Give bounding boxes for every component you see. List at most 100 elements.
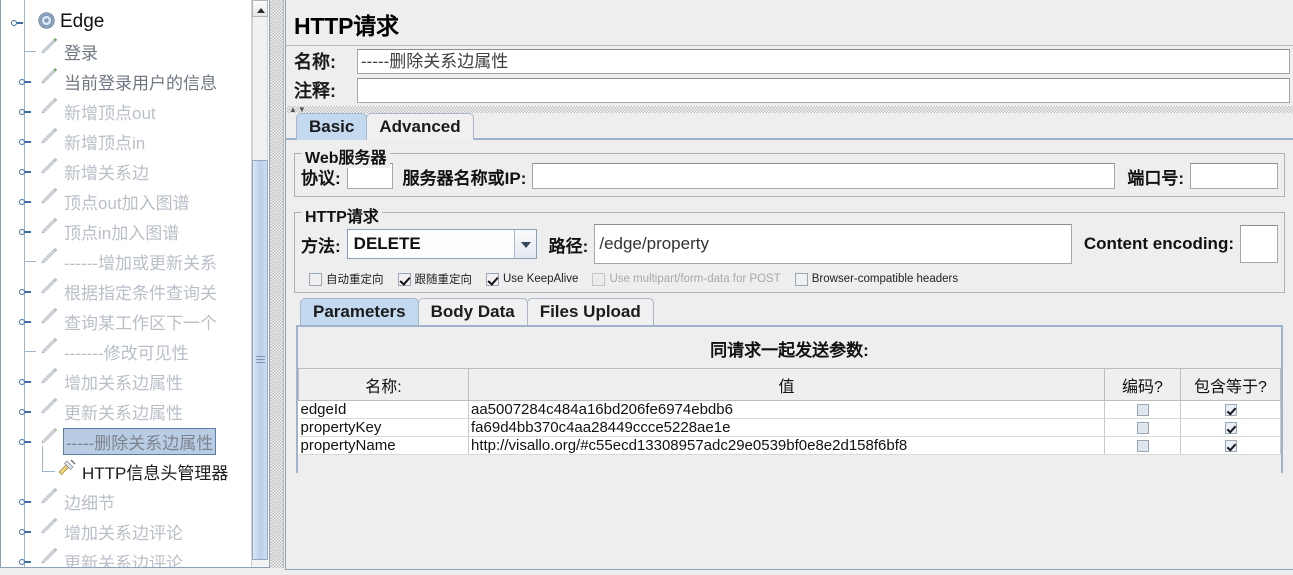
tree-item-2[interactable]: 新增顶点out (1, 96, 253, 126)
parameters-table[interactable]: 名称: 值 编码? 包含等于? edgeId aa5007284c484a16bd… (298, 368, 1281, 455)
tab-files-upload[interactable]: Files Upload (526, 298, 654, 325)
tree-item-4[interactable]: 新增关系边 (1, 156, 253, 186)
tab-parameters[interactable]: Parameters (300, 298, 419, 325)
content-encoding-input[interactable] (1240, 225, 1278, 263)
header-splitter[interactable]: ▲▼ (287, 106, 1293, 114)
tree-item-12[interactable]: 更新关系边属性 (1, 396, 253, 426)
tree-item-5[interactable]: 顶点out加入图谱 (1, 186, 253, 216)
name-label: 名称: (294, 52, 336, 72)
server-name-input[interactable] (532, 163, 1116, 189)
column-header-encode[interactable]: 编码? (1104, 368, 1181, 401)
tree-item-3[interactable]: 新增顶点in (1, 126, 253, 156)
checkbox-box-icon[interactable] (309, 272, 322, 286)
expand-knob-icon[interactable] (19, 286, 31, 297)
expand-knob-icon[interactable] (19, 496, 31, 507)
checkbox-option-0[interactable]: 自动重定向 (309, 271, 384, 287)
checkbox-box-icon[interactable] (486, 272, 499, 286)
comment-input[interactable] (357, 77, 1290, 103)
table-row[interactable]: edgeId aa5007284c484a16bd206fe6974ebdb6 (298, 400, 1281, 419)
comment-field-row: 注释: (286, 76, 1293, 104)
pencil-icon (41, 548, 58, 564)
include-equals-checkbox-icon[interactable] (1224, 404, 1237, 417)
tab-files-upload-label: Files Upload (539, 302, 641, 321)
pencil-icon (41, 428, 58, 444)
column-header-include-equals[interactable]: 包含等于? (1180, 368, 1281, 401)
scrollbar-thumb[interactable] (252, 160, 268, 560)
tree-vertical-scrollbar[interactable] (251, 0, 268, 567)
tree-item-8[interactable]: 根据指定条件查询关 (1, 276, 253, 306)
split-pane-divider[interactable] (270, 0, 284, 568)
expand-knob-icon[interactable] (11, 17, 23, 28)
expand-knob-icon[interactable] (19, 556, 31, 567)
encode-checkbox-icon[interactable] (1136, 440, 1149, 453)
tree-item-0[interactable]: 登录 (1, 26, 253, 66)
expand-knob-icon[interactable] (19, 436, 31, 447)
checkbox-label: Use multipart/form-data for POST (609, 273, 781, 285)
tree-item-15[interactable]: 边细节 (1, 486, 253, 516)
cell-name[interactable]: propertyName (298, 436, 469, 455)
expand-knob-icon[interactable] (19, 76, 31, 87)
expand-knob-icon[interactable] (19, 136, 31, 147)
tree-item-7[interactable]: ------增加或更新关系 (1, 236, 253, 276)
include-equals-checkbox-icon[interactable] (1224, 440, 1237, 453)
cell-include-equals[interactable] (1180, 436, 1281, 455)
expand-knob-icon[interactable] (19, 406, 31, 417)
tree-item-root[interactable]: Edge (1, 8, 253, 36)
method-select[interactable]: DELETE (346, 229, 537, 259)
expand-knob-icon[interactable] (19, 376, 31, 387)
cell-include-equals[interactable] (1180, 400, 1281, 419)
include-equals-checkbox-icon[interactable] (1224, 422, 1237, 435)
tab-body-data[interactable]: Body Data (417, 298, 528, 325)
name-input[interactable]: -----删除关系边属性 (357, 48, 1290, 74)
tree-item-17[interactable]: 更新关系边评论 (1, 546, 253, 567)
cell-value[interactable]: aa5007284c484a16bd206fe6974ebdb6 (468, 400, 1105, 419)
tree-item-label: HTTP信息头管理器 (82, 463, 229, 483)
tree-item-9[interactable]: 查询某工作区下一个 (1, 306, 253, 336)
header-manager-icon (58, 459, 76, 475)
encode-checkbox-icon[interactable] (1136, 422, 1149, 435)
checkbox-box-icon[interactable] (794, 272, 808, 286)
column-header-name[interactable]: 名称: (298, 368, 469, 401)
scrollbar-track[interactable] (252, 17, 268, 160)
table-row[interactable]: propertyKey fa69d4bb370c4aa28449ccce5228a… (298, 418, 1281, 437)
cell-encode[interactable] (1104, 418, 1181, 437)
tab-advanced[interactable]: Advanced (366, 113, 474, 140)
tree-item-list: 登录 当前登录用户的信息 新增顶点out 新增顶点in 新增关系边 顶点out加入图谱 顶点… (1, 26, 253, 567)
chevron-down-icon[interactable] (513, 230, 536, 258)
cell-value[interactable]: http://visallo.org/#c55ecd13308957adc29e… (468, 436, 1105, 455)
pencil-icon (41, 188, 58, 204)
checkbox-option-4[interactable]: Browser-compatible headers (794, 272, 958, 286)
expand-knob-icon[interactable] (19, 526, 31, 537)
table-row[interactable]: propertyName http://visallo.org/#c55ecd13… (298, 436, 1281, 455)
expand-knob-icon[interactable] (19, 106, 31, 117)
splitter-collapse-icons[interactable]: ▲▼ (289, 106, 309, 114)
cell-encode[interactable] (1104, 400, 1181, 419)
tree-item-13[interactable]: -----删除关系边属性 (1, 426, 253, 456)
tree-item-label: -----删除关系边属性 (63, 427, 217, 455)
tree-item-14[interactable]: HTTP信息头管理器 (1, 446, 253, 486)
cell-encode[interactable] (1104, 436, 1181, 455)
expand-knob-icon[interactable] (19, 196, 31, 207)
tree-item-10[interactable]: -------修改可见性 (1, 326, 253, 366)
column-header-value[interactable]: 值 (468, 368, 1105, 401)
path-input[interactable]: /edge/property (594, 224, 1072, 264)
cell-include-equals[interactable] (1180, 418, 1281, 437)
tree-item-label: 更新关系边属性 (64, 403, 183, 423)
tree-item-6[interactable]: 顶点in加入图谱 (1, 216, 253, 246)
scroll-up-arrow-icon[interactable] (252, 0, 268, 17)
tree-item-1[interactable]: 当前登录用户的信息 (1, 66, 253, 96)
cell-name[interactable]: propertyKey (298, 418, 469, 437)
checkbox-option-2[interactable]: Use KeepAlive (486, 272, 578, 286)
request-options-checkboxes: 自动重定向 跟随重定向 Use KeepAlive Use multipart/for… (309, 271, 1278, 287)
tab-basic[interactable]: Basic (296, 113, 368, 140)
tree-item-label: 新增顶点in (64, 133, 146, 153)
expand-knob-icon[interactable] (19, 166, 31, 177)
checkbox-box-icon[interactable] (397, 272, 411, 286)
tree-item-16[interactable]: 增加关系边评论 (1, 516, 253, 546)
tree-item-11[interactable]: 增加关系边属性 (1, 366, 253, 396)
cell-name[interactable]: edgeId (298, 400, 469, 419)
port-input[interactable] (1190, 163, 1278, 189)
cell-value[interactable]: fa69d4bb370c4aa28449ccce5228ae1e (468, 418, 1105, 437)
encode-checkbox-icon[interactable] (1136, 404, 1149, 417)
checkbox-option-1[interactable]: 跟随重定向 (397, 271, 472, 287)
